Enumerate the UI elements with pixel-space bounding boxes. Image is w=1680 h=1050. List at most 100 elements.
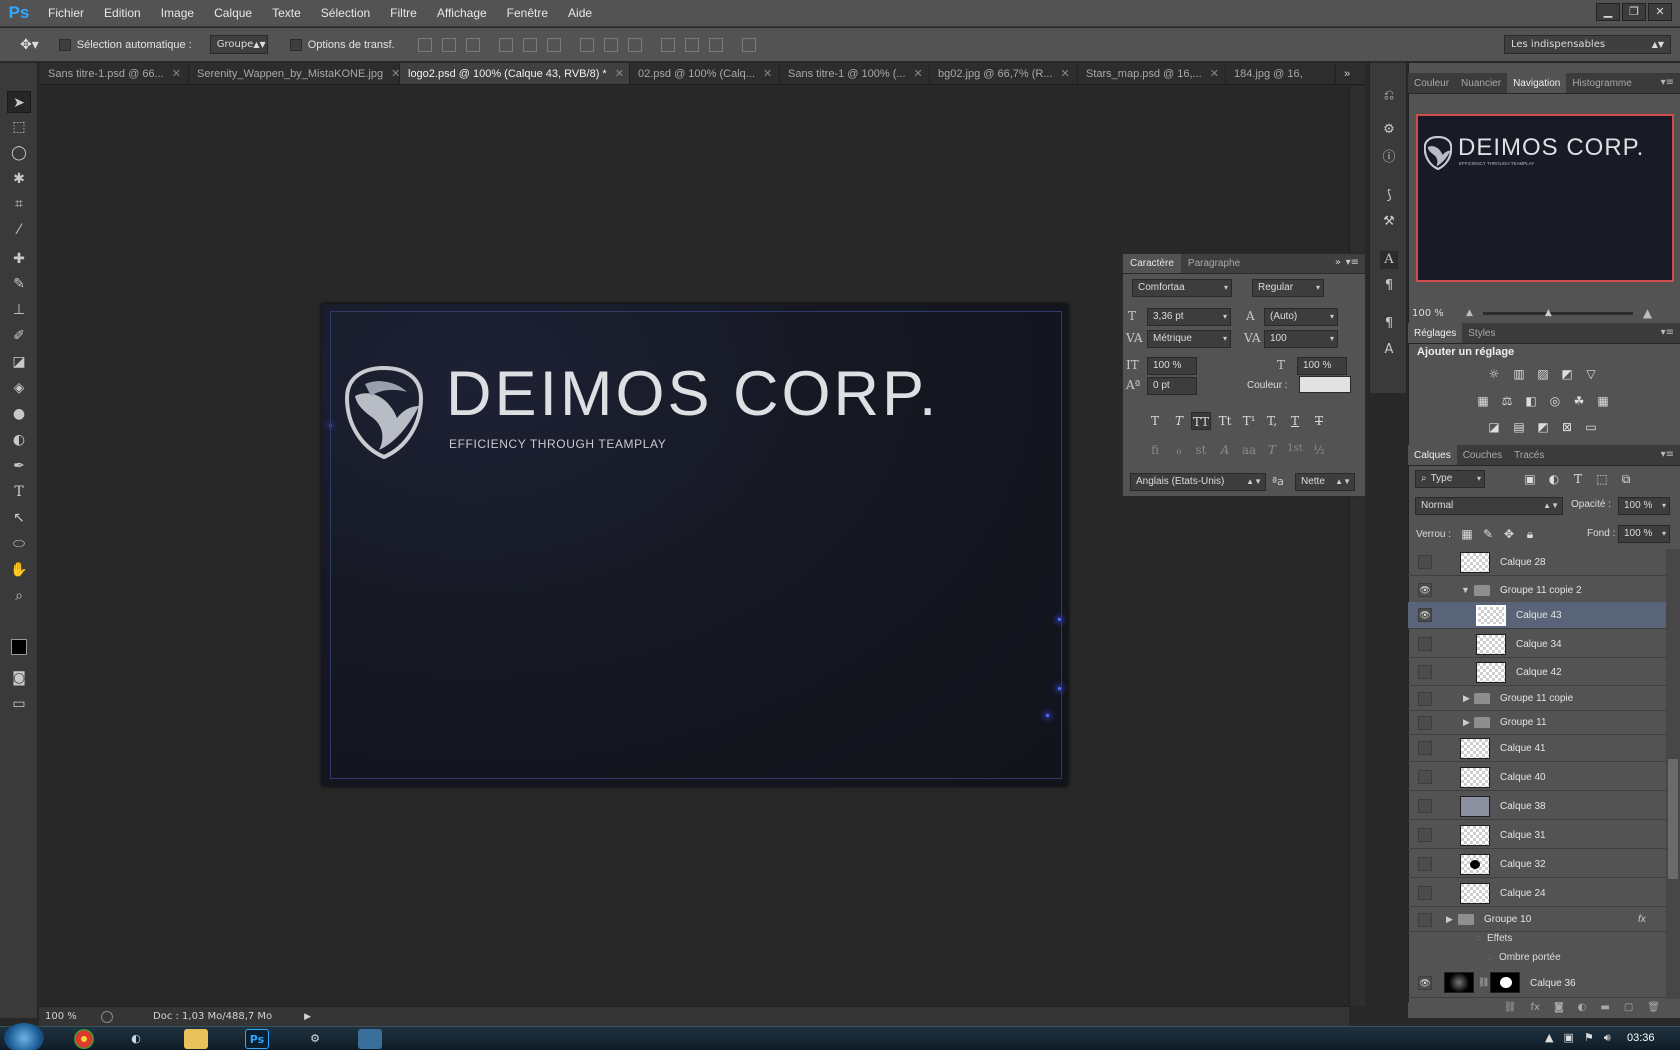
layer-row[interactable]: Calque 40	[1408, 764, 1666, 791]
selective-color-icon[interactable]: ⊠	[1559, 420, 1575, 434]
layer-group-row[interactable]: ▶ Groupe 11 copie	[1408, 687, 1666, 711]
marquee-tool-icon[interactable]: ⬚	[7, 116, 31, 138]
new-adjustment-icon[interactable]: ◐	[1578, 1002, 1587, 1018]
font-style-select[interactable]: Regular ▾	[1252, 279, 1324, 297]
chrome-icon[interactable]	[74, 1029, 94, 1049]
layers-scrollbar-thumb[interactable]	[1668, 759, 1678, 879]
titling-alternates-button[interactable]: aa	[1239, 443, 1259, 457]
tab-doc-4[interactable]: 02.psd @ 100% (Calq... ✕	[630, 63, 780, 84]
brightness-contrast-icon[interactable]: ☼	[1486, 367, 1502, 381]
threshold-icon[interactable]: ◩	[1535, 420, 1551, 434]
dodge-tool-icon[interactable]: ◐	[7, 429, 31, 451]
effects-eye-icon[interactable]: ◌	[1475, 933, 1481, 944]
tab-styles[interactable]: Styles	[1462, 323, 1501, 343]
fx-icon[interactable]: fx	[1638, 914, 1646, 925]
magic-wand-tool-icon[interactable]: ✱	[7, 168, 31, 190]
tab-paragraphe[interactable]: Paragraphe	[1181, 254, 1247, 273]
paragraph-panel-icon[interactable]: ¶	[1380, 277, 1398, 295]
blend-mode-select[interactable]: Normal ▲▼	[1415, 497, 1563, 515]
layer-row[interactable]: Calque 28	[1408, 549, 1666, 576]
steam-like-icon[interactable]: ◐	[124, 1029, 148, 1049]
layer-row[interactable]: Calque 42	[1408, 659, 1666, 686]
close-icon[interactable]: ✕	[1648, 3, 1672, 21]
tab-doc-1[interactable]: Sans titre-1.psd @ 66... ✕	[40, 63, 189, 84]
paint-bucket-tool-icon[interactable]: ◈	[7, 377, 31, 399]
subscript-button[interactable]: T,	[1262, 412, 1282, 430]
panel-menu-icon[interactable]: ▾≡	[1661, 449, 1674, 460]
visibility-toggle[interactable]	[1418, 857, 1432, 871]
close-tab-icon[interactable]: ✕	[172, 67, 181, 80]
menu-edition[interactable]: Edition	[94, 6, 151, 20]
history-panel-icon[interactable]: ⎌	[1380, 87, 1398, 105]
navigator-zoom-slider[interactable]: ▲	[1482, 308, 1633, 318]
align-vcenter-icon[interactable]	[441, 37, 456, 52]
align-top-icon[interactable]	[417, 37, 432, 52]
small-caps-button[interactable]: Tt	[1215, 412, 1235, 430]
menu-fenetre[interactable]: Fenêtre	[497, 6, 558, 20]
distribute-top-icon[interactable]	[579, 37, 594, 52]
auto-select-checkbox[interactable]	[58, 38, 71, 51]
tab-doc-8[interactable]: 184.jpg @ 16,	[1226, 63, 1336, 84]
align-right-icon[interactable]	[546, 37, 561, 52]
tab-histogramme[interactable]: Histogramme	[1566, 73, 1638, 93]
channel-mixer-icon[interactable]: ☘	[1571, 394, 1587, 408]
more-tabs-icon[interactable]: »	[1336, 63, 1358, 84]
pen-tool-icon[interactable]: ✒	[7, 455, 31, 477]
align-left-icon[interactable]	[498, 37, 513, 52]
expand-triangle-icon[interactable]: ▼	[1461, 585, 1470, 595]
delete-layer-icon[interactable]: 🗑︎	[1647, 1002, 1660, 1018]
distribute-hcenter-icon[interactable]	[684, 37, 699, 52]
superscript-button[interactable]: T¹	[1239, 412, 1259, 430]
layer-group-row[interactable]: ▶ Groupe 10 fx	[1408, 908, 1666, 932]
layer-row[interactable]: Calque 38	[1408, 793, 1666, 820]
visibility-toggle[interactable]	[1418, 770, 1432, 784]
swash-button[interactable]: st	[1191, 443, 1211, 457]
ligatures-button[interactable]: fi	[1145, 443, 1165, 457]
tab-doc-2[interactable]: Serenity_Wappen_by_MistaKONE.jpg ✕	[189, 63, 400, 84]
visibility-toggle[interactable]	[1418, 716, 1432, 730]
text-color-swatch[interactable]	[1299, 376, 1351, 393]
file-explorer-icon[interactable]	[184, 1029, 208, 1049]
tab-nuancier[interactable]: Nuancier	[1455, 73, 1507, 93]
status-menu-arrow-icon[interactable]: ▶	[304, 1012, 311, 1022]
collapse-panel-icon[interactable]: »	[1335, 257, 1341, 268]
auto-select-dropdown[interactable]: Groupe ▲▼	[209, 35, 268, 54]
flag-icon[interactable]: ⚑	[1584, 1031, 1594, 1045]
expand-triangle-icon[interactable]: ▶	[1463, 717, 1470, 728]
tab-couleur[interactable]: Couleur	[1408, 73, 1455, 93]
effects-label-row[interactable]: ◌ Effets	[1475, 933, 1512, 944]
photoshop-taskbar-icon[interactable]: Ps	[245, 1029, 269, 1049]
actions-panel-icon[interactable]: ⚙	[1380, 121, 1398, 139]
tab-caractere[interactable]: Caractère	[1123, 254, 1181, 273]
menu-image[interactable]: Image	[151, 6, 204, 20]
discretionary-ligatures-button[interactable]: ℴ	[1169, 443, 1189, 457]
menu-texte[interactable]: Texte	[262, 6, 311, 20]
layer-group-row[interactable]: 👁︎ ▼ Groupe 11 copie 2	[1408, 577, 1666, 604]
clock[interactable]: 03:36	[1627, 1032, 1655, 1044]
hue-saturation-icon[interactable]: ▦	[1475, 394, 1491, 408]
navigator-preview[interactable]: DEIMOS CORP. EFFICIENCY THROUGH TEAMPLAY	[1416, 114, 1674, 282]
clone-stamp-tool-icon[interactable]: ⊥	[7, 299, 31, 321]
faux-italic-button[interactable]: T	[1169, 412, 1189, 430]
filter-type-icon[interactable]: T	[1570, 472, 1586, 486]
blur-tool-icon[interactable]: ●	[7, 403, 31, 425]
app-window-icon[interactable]	[358, 1029, 382, 1049]
visibility-toggle[interactable]	[1418, 555, 1432, 569]
vibrance-icon[interactable]: ▽	[1583, 367, 1599, 381]
layer-group-row[interactable]: ▶ Groupe 11	[1408, 711, 1666, 735]
tab-doc-5[interactable]: Sans titre-1 @ 100% (... ✕	[780, 63, 930, 84]
eye-icon[interactable]: 👁︎	[1418, 976, 1432, 990]
workspace-dropdown[interactable]: Les indispensables ▲▼	[1504, 35, 1671, 54]
curves-icon[interactable]: ▨	[1535, 367, 1551, 381]
type-tool-icon[interactable]: T	[7, 481, 31, 503]
stylistic-alternates-button[interactable]: A	[1215, 443, 1235, 457]
fractions-button[interactable]: ½	[1309, 443, 1329, 457]
history-brush-tool-icon[interactable]: ✐	[7, 325, 31, 347]
screen-mode-icon[interactable]: ▭	[7, 693, 31, 715]
add-mask-icon[interactable]: ◙	[1554, 1002, 1564, 1018]
close-tab-icon[interactable]: ✕	[615, 67, 624, 80]
menu-filtre[interactable]: Filtre	[380, 6, 427, 20]
close-tab-icon[interactable]: ✕	[1061, 67, 1070, 80]
crop-tool-icon[interactable]: ⌗	[7, 193, 31, 215]
menu-calque[interactable]: Calque	[204, 6, 262, 20]
